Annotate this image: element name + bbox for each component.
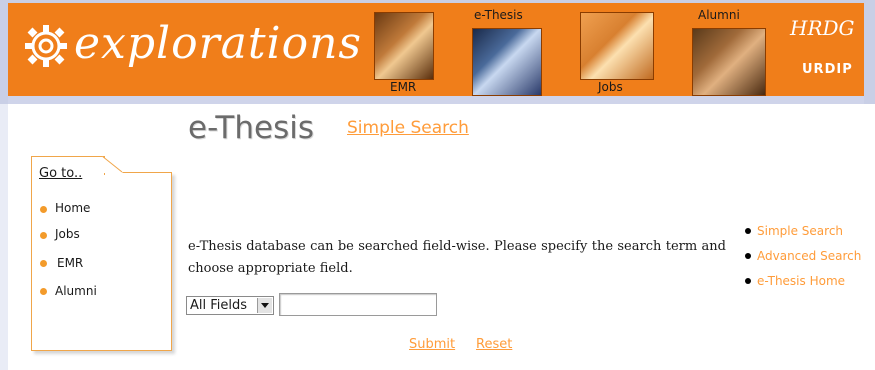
site-logo-text[interactable]: explorations xyxy=(74,18,362,69)
nav-alumni[interactable]: Alumni xyxy=(692,4,766,96)
page-border-left xyxy=(0,0,8,104)
nav-label: e-Thesis xyxy=(474,8,523,22)
nav-label: EMR xyxy=(390,80,417,94)
banner-divider xyxy=(8,96,864,104)
bullet-icon xyxy=(745,228,751,234)
nav-e-thesis[interactable]: e-Thesis xyxy=(466,4,544,96)
goto-item-emr[interactable]: EMR xyxy=(57,256,83,270)
gear-logo-icon xyxy=(25,25,67,67)
goto-title: Go to.. xyxy=(39,166,83,181)
nav-label: Alumni xyxy=(698,8,740,22)
intro-text: e-Thesis database can be searched field-… xyxy=(188,239,726,276)
nav-label: Jobs xyxy=(598,80,623,94)
side-link-e-thesis-home[interactable]: e-Thesis Home xyxy=(757,274,845,288)
jobs-image xyxy=(580,12,654,80)
nav-jobs[interactable]: Jobs xyxy=(580,12,654,96)
submit-link[interactable]: Submit xyxy=(409,337,455,352)
chevron-down-icon[interactable] xyxy=(257,298,272,313)
bullet-icon xyxy=(40,260,47,267)
page-title: e-Thesis xyxy=(188,110,314,146)
side-link-simple-search[interactable]: Simple Search xyxy=(757,224,843,238)
page-border-right xyxy=(864,0,875,104)
bullet-icon xyxy=(40,232,47,239)
goto-tab-corner xyxy=(102,156,123,173)
bullet-icon xyxy=(745,278,751,284)
goto-item-alumni[interactable]: Alumni xyxy=(55,284,97,298)
urdip-logo[interactable]: URDIP xyxy=(802,62,853,77)
search-input[interactable] xyxy=(279,293,437,316)
bullet-icon xyxy=(40,206,47,213)
goto-item-home[interactable]: Home xyxy=(55,201,90,215)
goto-item-jobs[interactable]: Jobs xyxy=(55,227,80,241)
side-link-advanced-search[interactable]: Advanced Search xyxy=(757,249,861,263)
bullet-icon xyxy=(745,253,751,259)
nav-emr[interactable]: EMR xyxy=(374,12,434,96)
alumni-image xyxy=(692,28,766,96)
hrdg-logo[interactable]: HRDG xyxy=(790,16,855,40)
e-thesis-image xyxy=(472,28,542,96)
page-border-left-lower xyxy=(0,104,8,370)
emr-image xyxy=(374,12,434,80)
simple-search-title-link[interactable]: Simple Search xyxy=(347,118,469,138)
bullet-icon xyxy=(40,288,47,295)
reset-link[interactable]: Reset xyxy=(476,337,512,352)
goto-panel xyxy=(31,172,172,351)
field-select-value: All Fields xyxy=(190,298,248,313)
field-select[interactable]: All Fields xyxy=(186,296,274,315)
